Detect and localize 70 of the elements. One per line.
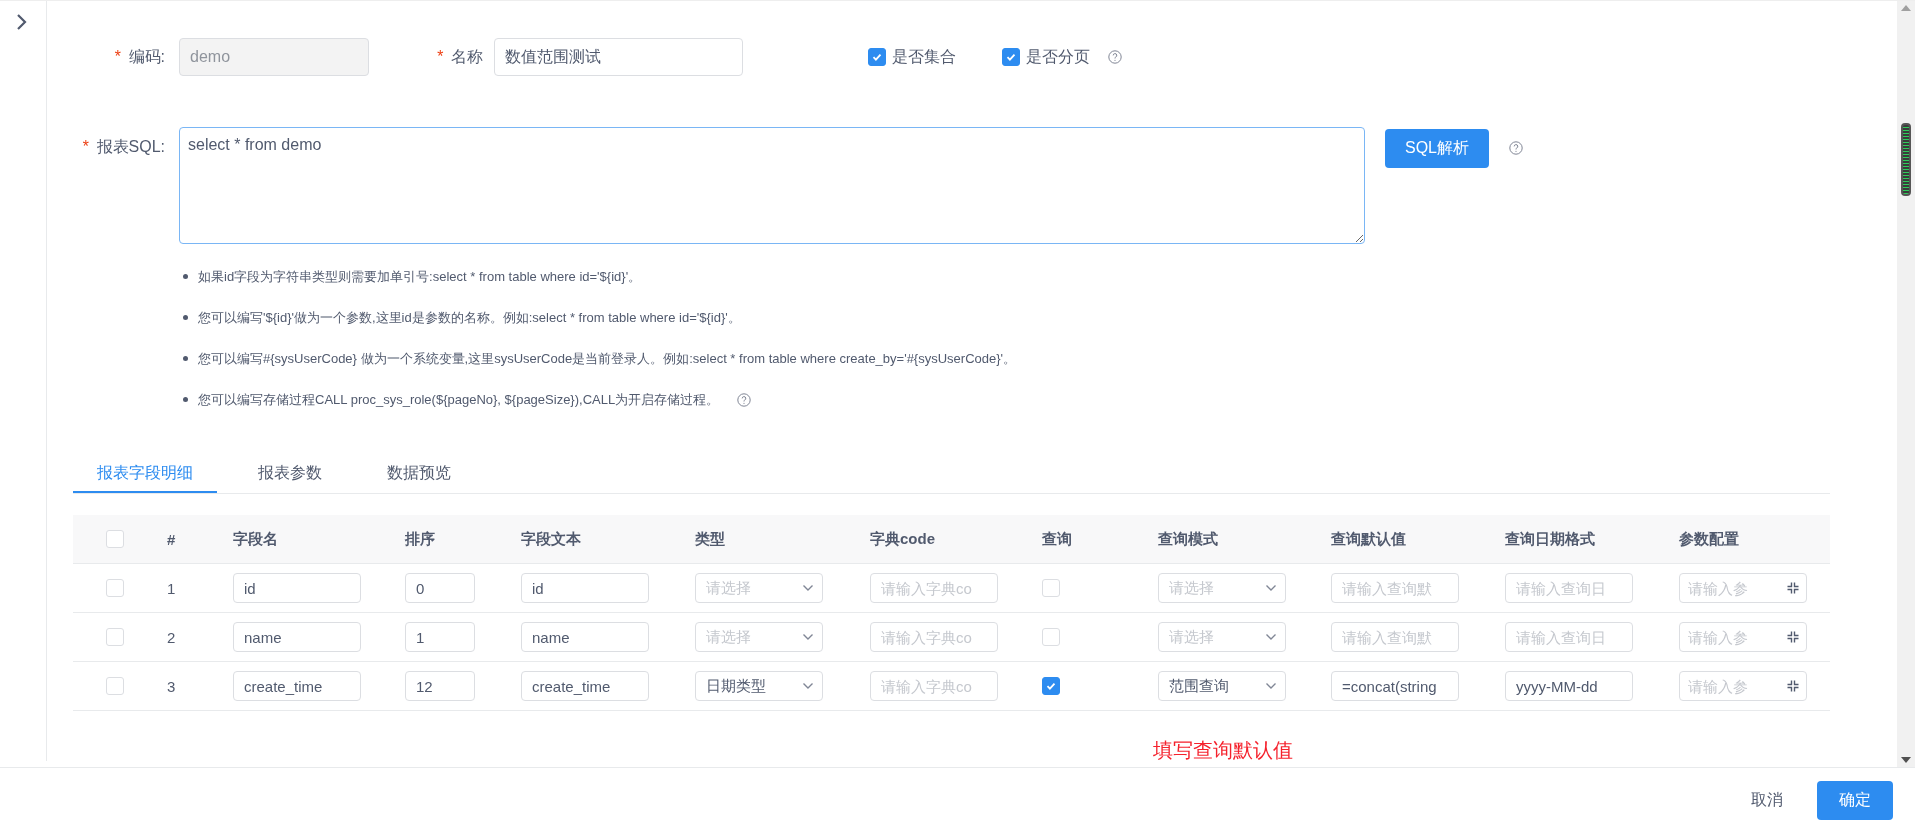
table-input[interactable]: 0 <box>405 573 475 603</box>
chevron-right-icon[interactable] <box>16 13 28 31</box>
table-input[interactable]: name <box>521 622 649 652</box>
column-header: 类型 <box>695 529 726 549</box>
chevron-down-icon <box>802 584 814 592</box>
table-input[interactable]: 12 <box>405 671 475 701</box>
scroll-down-icon[interactable] <box>1901 757 1911 763</box>
column-header: 字段文本 <box>521 529 582 549</box>
help-icon[interactable] <box>737 392 752 407</box>
table-input[interactable]: 1 <box>405 622 475 652</box>
chevron-down-icon <box>1265 633 1277 641</box>
column-header: 查询模式 <box>1158 529 1219 549</box>
column-header: 字典code <box>870 529 936 549</box>
row-number: 1 <box>167 579 176 597</box>
collapse-icon[interactable] <box>1787 680 1799 692</box>
help-icon[interactable] <box>1108 50 1122 64</box>
column-header: 查询日期格式 <box>1505 529 1596 549</box>
checkbox-label: 是否分页 <box>1026 46 1090 67</box>
form-label: * 名称 <box>434 46 484 68</box>
sql-textarea[interactable]: select * from demo <box>179 127 1365 244</box>
select-field[interactable]: 日期类型 <box>695 671 823 701</box>
table-input[interactable]: create_time <box>521 671 649 701</box>
column-header: 字段名 <box>233 529 279 549</box>
collapse-icon[interactable] <box>1787 582 1799 594</box>
checkbox[interactable] <box>1042 677 1060 695</box>
checkbox[interactable] <box>1002 48 1020 66</box>
table-input[interactable]: yyyy-MM-dd <box>1505 671 1633 701</box>
tab[interactable]: 数据预览 <box>363 454 475 493</box>
form-label: * 报表SQL: <box>79 137 166 158</box>
annotation-text: 填写查询默认值 <box>1153 738 1294 763</box>
checkbox[interactable] <box>868 48 886 66</box>
column-header: 参数配置 <box>1679 529 1740 549</box>
tab[interactable]: 报表参数 <box>234 454 346 493</box>
table-input[interactable]: id <box>233 573 361 603</box>
column-header: 查询默认值 <box>1331 529 1407 549</box>
row-number: 3 <box>167 677 176 695</box>
bullet <box>183 315 188 320</box>
bullet <box>183 274 188 279</box>
chevron-down-icon <box>1265 584 1277 592</box>
hint-text: 您可以编写'${id}'做为一个参数,这里id是参数的名称。例如:select * from table where id='${id}'。 <box>198 308 741 327</box>
hint-text: 您可以编写存储过程CALL proc_sys_role(${pageNo}, ${pageSize}),CALL为开启存储过程。 <box>198 390 720 409</box>
column-header: # <box>167 530 177 548</box>
help-icon[interactable] <box>1509 141 1523 155</box>
checkmark-icon <box>871 51 883 63</box>
checkbox-label: 是否集合 <box>892 46 956 67</box>
bullet <box>183 356 188 361</box>
checkmark-icon <box>1005 51 1017 63</box>
cancel-button[interactable]: 取消 <box>1745 788 1789 812</box>
table-input[interactable]: id <box>521 573 649 603</box>
row-number: 2 <box>167 628 176 646</box>
column-header: 排序 <box>405 529 436 549</box>
checkmark-icon <box>1045 680 1057 692</box>
hint-text: 如果id字段为字符串类型则需要加单引号:select * from table where id='${id}'。 <box>198 267 642 286</box>
scroll-up-icon[interactable] <box>1901 5 1911 11</box>
tab[interactable]: 报表字段明细 <box>73 454 217 493</box>
table-input[interactable]: create_time <box>233 671 361 701</box>
form-label: * 编码: <box>111 46 166 68</box>
bullet <box>183 397 188 402</box>
column-header: 查询 <box>1042 529 1073 549</box>
hint-text: 您可以编写#{sysUserCode} 做为一个系统变量,这里sysUserCode是当前登录人。例如:select * from table where create_by='#{sysUserCode}'。 <box>198 349 1017 368</box>
name-input[interactable]: 数值范围测试 <box>494 38 743 76</box>
table-input[interactable]: name <box>233 622 361 652</box>
chevron-down-icon <box>802 682 814 690</box>
scrollbar[interactable] <box>1897 1 1915 767</box>
scroll-thumb[interactable] <box>1901 123 1911 196</box>
collapse-icon[interactable] <box>1787 631 1799 643</box>
select-field[interactable]: 范围查询 <box>1158 671 1286 701</box>
chevron-down-icon <box>1265 682 1277 690</box>
table-input[interactable]: =concat(string <box>1331 671 1459 701</box>
chevron-down-icon <box>802 633 814 641</box>
